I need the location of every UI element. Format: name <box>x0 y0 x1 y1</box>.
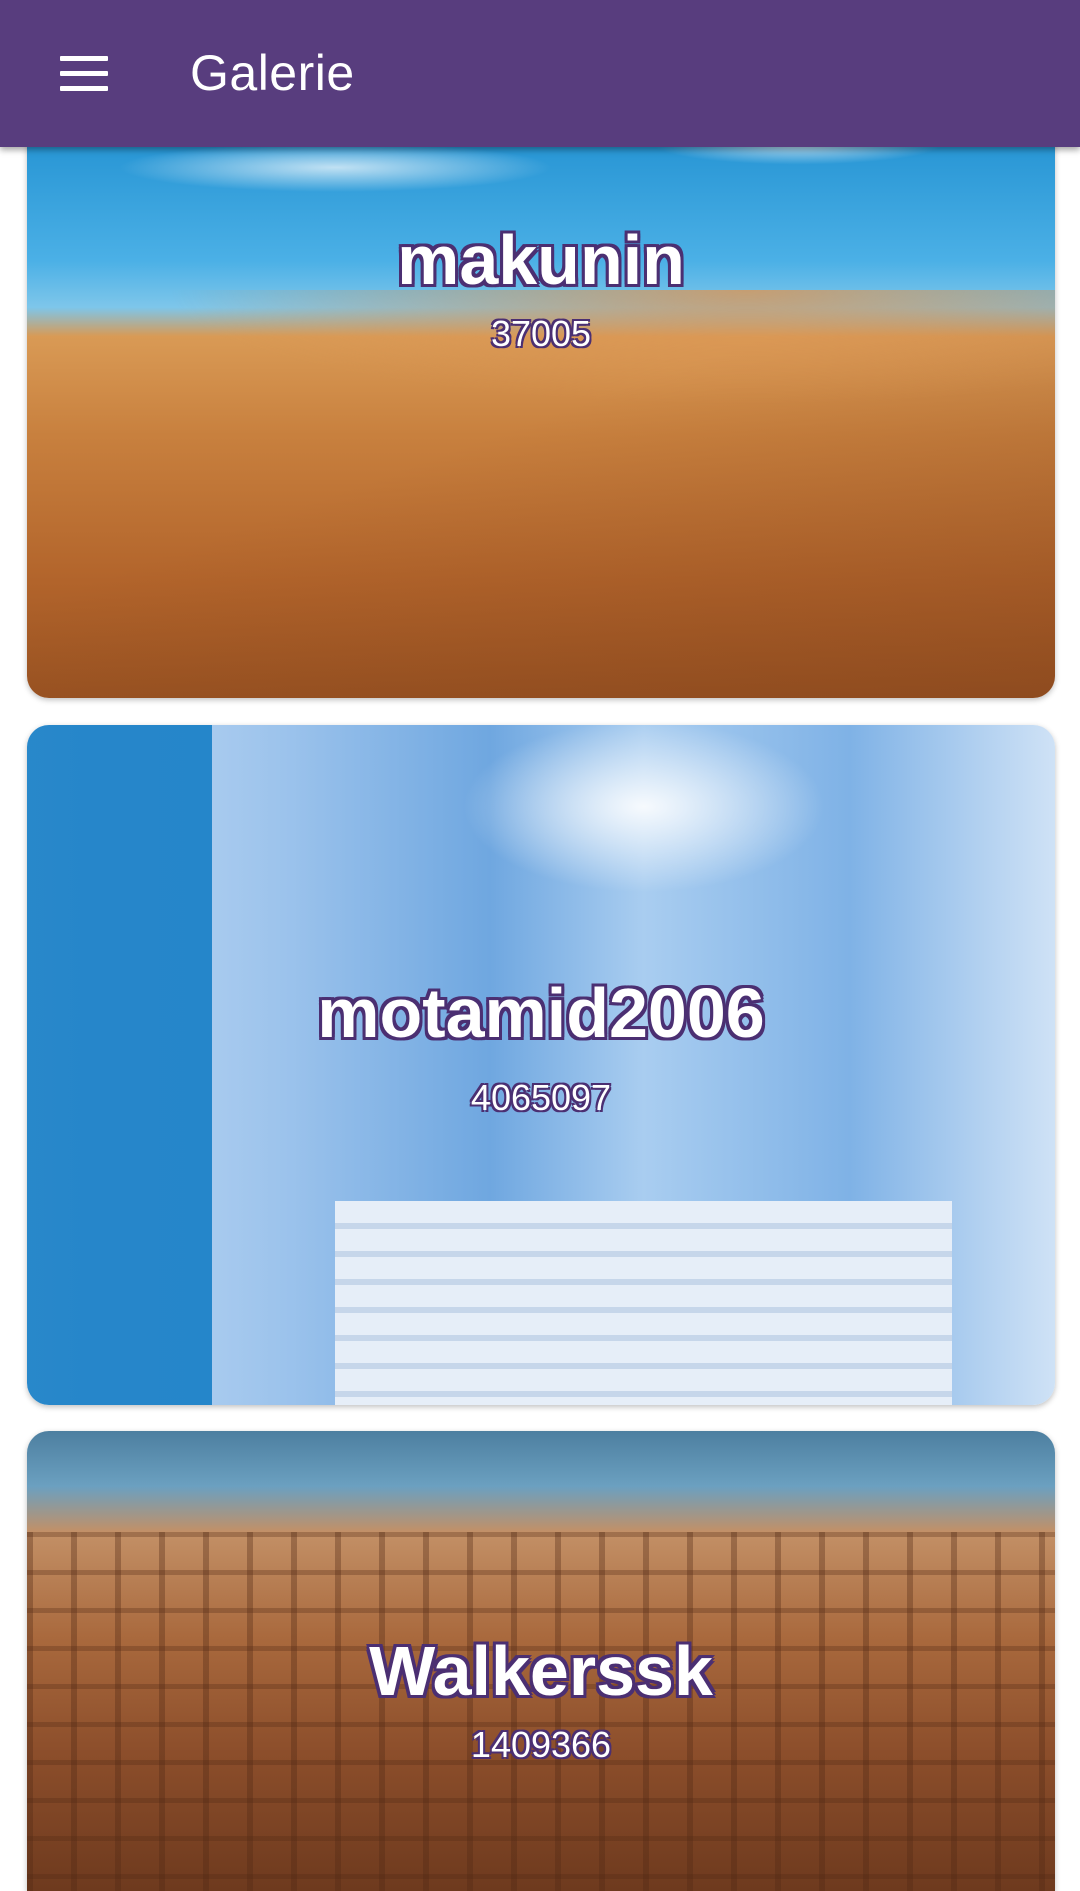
gallery-card-name: makunin <box>397 221 685 299</box>
gallery-card-count: 4065097 <box>470 1077 612 1118</box>
hamburger-menu-icon[interactable] <box>60 56 108 92</box>
gallery-card[interactable]: motamid2006 4065097 <box>27 725 1055 1405</box>
page-title: Galerie <box>190 45 355 101</box>
gallery-photo <box>27 725 1055 1405</box>
gallery-card-count: 37005 <box>490 313 592 354</box>
gallery-card-name: motamid2006 <box>317 974 765 1052</box>
gallery-card-count: 1409366 <box>470 1724 612 1765</box>
gallery-card-name: Walkerssk <box>369 1632 713 1710</box>
gallery-photo <box>27 115 1055 698</box>
gallery-feed[interactable]: makunin 37005 motamid2006 4065097 Walker… <box>0 0 1080 1891</box>
gallery-card[interactable]: makunin 37005 <box>27 115 1055 698</box>
gallery-card[interactable]: Walkerssk 1409366 <box>27 1431 1055 1891</box>
app-bar: Galerie <box>0 0 1080 147</box>
